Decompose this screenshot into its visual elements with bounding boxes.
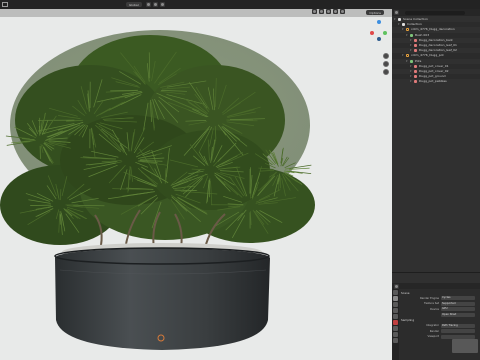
property-value-field[interactable]: Open Shad — [441, 312, 475, 317]
section-label: Scene — [401, 290, 410, 295]
property-value-field[interactable]: Cycles — [441, 296, 475, 301]
green-icon — [410, 33, 413, 37]
property-label: Render — [429, 329, 439, 333]
outliner[interactable]: ▾ Scene Collection ▾ Collection ▾ cotm_4776_D… — [392, 16, 480, 273]
disclosure-triangle-icon[interactable]: ▾ — [398, 22, 401, 27]
right-panel: ▾ Scene Collection ▾ Collection ▾ cotm_4776_D… — [392, 9, 480, 360]
mesh-icon — [414, 80, 417, 84]
property-label: Feature Set — [424, 302, 439, 306]
zoom-icon[interactable] — [383, 53, 389, 59]
mesh-icon — [414, 69, 417, 73]
gizmo-neg-z-icon — [377, 37, 381, 41]
proportional-edit-icon[interactable] — [159, 2, 165, 7]
outliner-row[interactable]: ▾ Dugg_pot_pebbles — [392, 79, 480, 84]
pan-hand-icon[interactable] — [383, 61, 389, 67]
property-value-field[interactable]: Supported — [441, 301, 475, 306]
disclosure-triangle-icon[interactable]: ▾ — [402, 53, 405, 58]
green-icon — [410, 59, 413, 63]
section-label: Sampling — [401, 318, 415, 323]
mesh-icon — [414, 49, 417, 53]
material-tab-icon[interactable] — [393, 338, 398, 343]
tool-tab-icon[interactable] — [393, 290, 398, 295]
world-tab-icon[interactable] — [393, 320, 398, 325]
outliner-tree: ▾ Scene Collection ▾ Collection ▾ cotm_4776_D… — [392, 16, 480, 84]
property-label: Render Engine — [420, 296, 439, 300]
mesh-icon — [414, 44, 417, 48]
property-value-field[interactable] — [441, 329, 475, 334]
color-swatch[interactable] — [452, 339, 478, 353]
outliner-display-mode-icon[interactable] — [394, 10, 399, 15]
output-tab-icon[interactable] — [393, 302, 398, 307]
transform-orientation-label: Global — [129, 2, 139, 7]
properties-content: Scene Render Engine Cycles Feature Set Suppo… — [401, 290, 479, 340]
property-value-field[interactable]: Path Tracing — [441, 323, 475, 328]
render-tab-icon[interactable] — [393, 296, 398, 301]
properties-editor-type-icon[interactable] — [394, 283, 399, 289]
property-label: Integrator — [426, 324, 439, 328]
plant-render — [0, 30, 315, 350]
empty-icon — [406, 54, 409, 58]
rendered-shading-icon[interactable] — [333, 9, 338, 14]
empty-icon — [406, 28, 409, 32]
coll-icon — [402, 23, 405, 27]
blender-window: Global Options ▾ Scene Collection ▾ Coll… — [0, 0, 480, 360]
transform-orientation-dropdown[interactable]: Global — [126, 2, 142, 7]
outliner-search-input[interactable] — [405, 10, 465, 15]
properties-editor[interactable]: Scene Render Engine Cycles Feature Set Suppo… — [392, 283, 480, 360]
pot — [54, 247, 270, 350]
viewport-options-dropdown[interactable]: Options — [366, 10, 384, 15]
property-label: Viewport — [427, 335, 439, 339]
solid-shading-icon[interactable] — [319, 9, 324, 14]
disclosure-triangle-icon[interactable]: ▾ — [394, 17, 397, 22]
mesh-icon — [414, 75, 417, 79]
outliner-header — [392, 9, 480, 16]
pivot-icon[interactable] — [145, 2, 151, 7]
viewport-shading-toolbar — [312, 9, 347, 14]
3d-viewport[interactable]: Options — [0, 9, 392, 360]
shading-options-icon[interactable] — [340, 9, 345, 14]
modifier-tab-icon[interactable] — [393, 332, 398, 337]
gizmo-z-axis-icon[interactable] — [377, 20, 381, 24]
object-tab-icon[interactable] — [393, 326, 398, 331]
top-header-bar: Global — [0, 0, 480, 9]
properties-tabs — [392, 289, 399, 360]
scene-tab-icon[interactable] — [393, 314, 398, 319]
viewport-options-label: Options — [369, 10, 381, 15]
disclosure-triangle-icon[interactable]: ▾ — [406, 59, 409, 64]
viewport-header: Options — [0, 9, 392, 17]
outliner-row-label: Dugg_pot_pebbles — [419, 79, 447, 84]
disclosure-triangle-icon[interactable]: ▾ — [406, 33, 409, 38]
view-layer-tab-icon[interactable] — [393, 308, 398, 313]
editor-type-icon[interactable] — [2, 2, 8, 7]
mesh-icon — [414, 38, 417, 42]
mesh-icon — [414, 64, 417, 68]
disclosure-triangle-icon[interactable]: ▾ — [410, 79, 413, 84]
gizmo-y-axis-icon[interactable] — [383, 31, 387, 35]
wireframe-shading-icon[interactable] — [312, 9, 317, 14]
material-shading-icon[interactable] — [326, 9, 331, 14]
camera-view-icon[interactable] — [383, 69, 389, 75]
coll-icon — [398, 18, 401, 22]
property-label: Device — [430, 307, 439, 311]
snap-icon[interactable] — [152, 2, 158, 7]
disclosure-triangle-icon[interactable]: ▾ — [402, 27, 405, 32]
property-value-field[interactable]: GPU — [441, 307, 475, 312]
properties-header — [392, 283, 480, 289]
gizmo-x-axis-icon[interactable] — [370, 31, 374, 35]
